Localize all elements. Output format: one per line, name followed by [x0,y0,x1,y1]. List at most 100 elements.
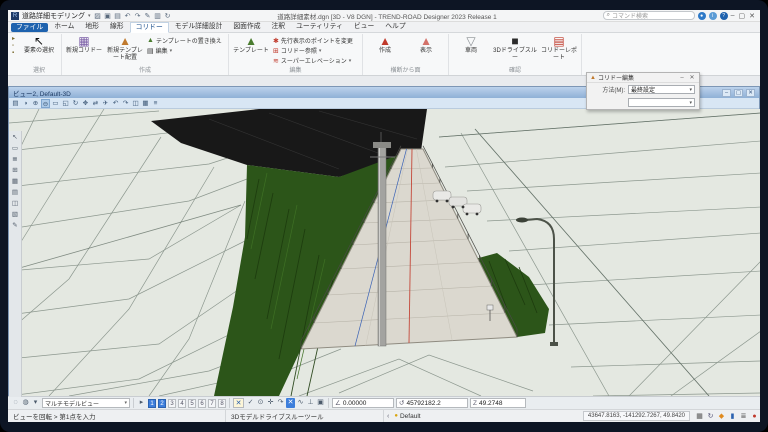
view-toggle-4[interactable]: 4 [178,398,186,408]
models-icon[interactable]: ▦ [11,177,20,186]
view-toggle-8[interactable]: 8 [218,398,226,408]
window-area-icon[interactable]: ▭ [51,99,60,108]
display-style-icon[interactable]: ◑ [21,99,30,108]
fence-tool-icon[interactable]: ▭ [11,144,20,153]
active-model-name[interactable]: Default [400,413,421,420]
view-close-button[interactable]: ✕ [746,88,755,97]
superelevation-button[interactable]: ≋ スーパーエレベーション ▾ [273,56,359,66]
dialog-close-button[interactable]: ✕ [688,74,696,81]
snaps-menu-button[interactable]: ◌ [11,398,20,408]
accudraw-x-field[interactable]: ∠ 0.00000 [332,398,394,408]
chevron-left-icon[interactable]: ‹ [384,413,392,420]
snap-origin-icon[interactable]: ✓ [246,398,255,408]
raster-manager-icon[interactable]: ▧ [11,210,20,219]
workflow-selector[interactable]: 道路詳細モデリング [22,11,85,21]
cross-section-view-button[interactable]: ▲ 表示 [407,34,445,55]
markup-icon[interactable]: ✎ [11,221,20,230]
snap-intersection-icon[interactable]: ✕ [286,398,295,408]
view-attributes-icon[interactable]: ▤ [11,99,20,108]
fit-view-icon[interactable]: ◱ [61,99,70,108]
view-minimize-button[interactable]: – [722,88,731,97]
lock-icon[interactable]: ● [394,413,398,419]
previous-view-icon[interactable]: ↶ [111,99,120,108]
tab-alignment[interactable]: 線形 [105,22,129,32]
snap-tangent-icon[interactable]: ∿ [296,398,305,408]
pan-view-icon[interactable]: ✥ [81,99,90,108]
walk-icon[interactable]: ⇄ [91,99,100,108]
account-icon[interactable]: ● [697,11,706,20]
dialog-minimize-button[interactable]: – [678,75,686,81]
list-icon[interactable]: ≣ [738,412,749,420]
fly-icon[interactable]: ✈ [101,99,110,108]
view-toggle-1[interactable]: 1 [148,398,156,408]
save-status-icon[interactable]: ▦ [694,412,705,420]
snap-perpendicular-icon[interactable]: ⊥ [306,398,315,408]
tab-drawing-production[interactable]: 図面作成 [228,22,265,32]
pointer-mini-icon[interactable]: ▸ [12,35,15,42]
tab-corridor[interactable]: コリドー [129,21,169,33]
help-icon[interactable]: ? [719,11,728,20]
snap-midpoint-icon[interactable]: ✛ [266,398,275,408]
select-tool-icon[interactable]: ↖ [11,133,20,142]
tool-settings-dialog[interactable]: ▲ コリドー編集 – ✕ 方法(M): 最終設定 ▾ ▾ [586,72,700,110]
command-search-input[interactable]: ⌕ コマンド検索 [602,11,695,20]
fence-mini-icon[interactable]: ▫ [12,43,15,49]
save-icon[interactable]: ▣ [104,12,112,20]
zoom-out-icon[interactable]: ⊖ [41,98,50,108]
display-rules-button[interactable]: ▾ [31,398,40,408]
accudraw-compass-icon[interactable]: ✕ [233,398,244,408]
template-button[interactable]: ▲ テンプレート [232,34,270,55]
corridor-report-button[interactable]: ▤ コリドーレポート [540,34,578,61]
locks-menu-button[interactable]: ◍ [21,398,30,408]
accudraw-y-field[interactable]: ↺ 45792182.2 [396,398,468,408]
element-selection-button[interactable]: ↖ 要素の選択 [20,34,58,55]
open-file-icon[interactable]: ▨ [94,12,102,20]
snap-center-icon[interactable]: ⊙ [256,398,265,408]
method-select[interactable]: 最終設定 ▾ [628,85,695,94]
explorer-icon[interactable]: ≣ [11,155,20,164]
template-swap-button[interactable]: ▲ テンプレートの置き換え [147,36,225,45]
vehicle-button[interactable]: ▽ 車両 [452,34,490,55]
tab-utilities[interactable]: ユーティリティ [291,22,348,32]
view-restore-button[interactable]: ▢ [734,88,743,97]
dialog-title-bar[interactable]: ▲ コリドー編集 – ✕ [587,73,699,83]
refresh-icon[interactable]: ↻ [705,412,716,420]
workflow-caret-icon[interactable]: ▾ [88,13,91,19]
minimize-button[interactable]: – [731,12,735,20]
tab-home[interactable]: ホーム [49,22,79,32]
view-toggle-7[interactable]: 7 [208,398,216,408]
next-view-icon[interactable]: ↷ [121,99,130,108]
option-select[interactable]: ▾ [628,98,695,107]
tab-view[interactable]: ビュー [349,22,379,32]
drive-through-button[interactable]: ■ 3Dドライブスルー [493,34,537,61]
edit-point-button[interactable]: ✱ 先行表示のポイントを変更 [273,36,359,46]
new-template-drop-button[interactable]: ▲ 新規テンプレート配置 [106,34,144,61]
clip-volume-icon[interactable]: ▦ [141,99,150,108]
snap-settings-icon[interactable]: ▣ [316,398,325,408]
cross-section-create-button[interactable]: ▲ 作成 [366,34,404,55]
redo-icon[interactable]: ↷ [134,12,142,20]
snap-rotate-icon[interactable]: ↷ [276,398,285,408]
multimodel-dropdown[interactable]: マルチモデルビュー ▾ [42,398,130,408]
level-display-icon[interactable]: ▤ [11,188,20,197]
info-icon[interactable]: i [708,11,717,20]
save-settings-icon[interactable]: ▤ [114,12,122,20]
record-icon[interactable]: ● [749,413,760,420]
tab-file[interactable]: ファイル [11,22,49,32]
view-toggle-6[interactable]: 6 [198,398,206,408]
maximize-button[interactable]: ▢ [739,12,746,20]
undo-icon[interactable]: ↶ [124,12,132,20]
references-icon[interactable]: ◫ [11,199,20,208]
copy-view-icon[interactable]: ◫ [131,99,140,108]
view-group-icon[interactable]: ▸ [137,398,146,408]
reload-icon[interactable]: ↻ [164,12,172,20]
print-icon[interactable]: ▥ [154,12,162,20]
clip-mask-icon[interactable]: ≡ [151,99,160,108]
view-toggle-3[interactable]: 3 [168,398,176,408]
alert-icon[interactable]: ◆ [716,412,727,420]
rotate-view-icon[interactable]: ↻ [71,99,80,108]
zoom-in-icon[interactable]: ⊕ [31,99,40,108]
view-toggle-5[interactable]: 5 [188,398,196,408]
tab-annotate[interactable]: 注釈 [267,22,291,32]
close-button[interactable]: ✕ [749,12,755,20]
